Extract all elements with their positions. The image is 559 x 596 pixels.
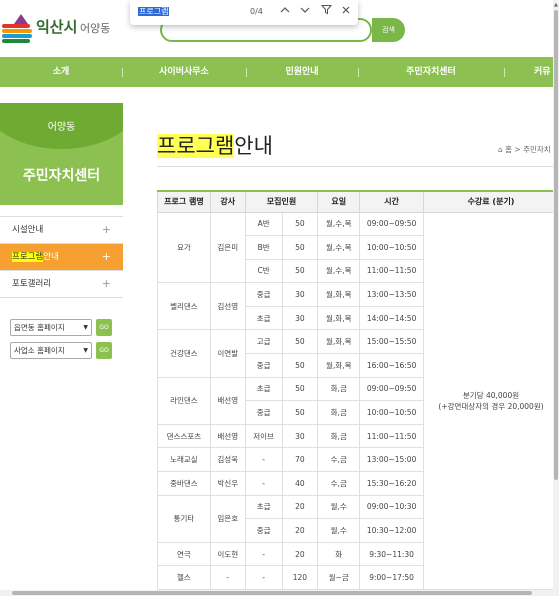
col-capacity: 모집인원 <box>244 190 319 213</box>
scroll-up-icon[interactable]: ▲ <box>554 2 558 8</box>
find-previous-icon[interactable] <box>277 4 293 20</box>
sidebar-item-facility[interactable]: 시설안내 + <box>0 217 123 244</box>
page-title: 프로그램안내 <box>157 134 273 158</box>
program-table: 프로그 램명 강사 모집인원 요일 시간 수강료 (분기) 요가 김은미 A반 … <box>157 190 559 590</box>
nav-item-civil-service[interactable]: 민원안내 <box>246 57 358 87</box>
col-days: 요일 <box>317 190 361 213</box>
fee-cell: 분기당 40,000원 (+강면대상자의 경우 20,000원) <box>423 211 559 590</box>
horizontal-scrollbar-thumb[interactable] <box>12 591 532 595</box>
main-nav: 소개 사이버사무소 민원안내 주민자치센터 커뮤 <box>0 57 554 87</box>
horizontal-scrollbar[interactable] <box>0 590 553 596</box>
table-row: 요가 김은미 A반 50 월,수,목 09:00~09:50 분기당 40,00… <box>157 211 559 590</box>
town-homepage-selector: 읍면동 홈페이지 ▼ GO <box>10 319 122 336</box>
find-in-page-bar: 프로그램 0/4 <box>130 0 358 25</box>
col-teacher: 강사 <box>209 190 246 213</box>
nav-item-cyber-office[interactable]: 사이버사무소 <box>122 57 246 87</box>
chevron-down-icon: ▼ <box>83 347 88 354</box>
plus-icon: + <box>101 277 111 290</box>
sidebar-title: 주민자치센터 <box>22 168 101 184</box>
table-header-row: 프로그 램명 강사 모집인원 요일 시간 수강료 (분기) <box>157 190 559 213</box>
sidebar-item-program[interactable]: 프로그램안내 + <box>0 244 123 271</box>
col-fee: 수강료 (분기) <box>423 190 559 213</box>
town-name[interactable]: 어양동 <box>80 20 110 36</box>
nav-item-community-center[interactable]: 주민자치센터 <box>358 57 504 87</box>
find-match-count: 0/4 <box>250 7 263 16</box>
find-next-icon[interactable] <box>297 4 313 20</box>
site-search-button[interactable]: 검색 <box>372 18 405 42</box>
sidebar-item-gallery[interactable]: 포토갤러리 + <box>0 271 123 298</box>
vertical-scrollbar-thumb[interactable] <box>554 10 558 480</box>
close-icon[interactable] <box>338 4 354 20</box>
iksan-logo-icon[interactable] <box>0 12 34 46</box>
col-time: 시간 <box>359 190 425 213</box>
filter-icon[interactable] <box>318 4 334 20</box>
chevron-down-icon: ▼ <box>83 324 88 331</box>
town-homepage-select[interactable]: 읍면동 홈페이지 ▼ <box>10 319 92 336</box>
vertical-scrollbar[interactable]: ▲ <box>553 0 559 596</box>
sidebar-dong-label: 어양동 <box>47 122 76 133</box>
plus-icon: + <box>101 250 111 263</box>
nav-item-community[interactable]: 커뮤 <box>504 57 559 87</box>
sidebar-menu: 시설안내 + 프로그램안내 + 포토갤러리 + <box>0 216 123 298</box>
nav-item-intro[interactable]: 소개 <box>0 57 122 87</box>
office-homepage-select[interactable]: 사업소 홈페이지 ▼ <box>10 342 92 359</box>
office-homepage-selector: 사업소 홈페이지 ▼ GO <box>10 342 122 359</box>
go-button[interactable]: GO <box>96 342 112 359</box>
col-program: 프로그 램명 <box>157 190 211 213</box>
city-name[interactable]: 익산시 <box>36 16 77 37</box>
plus-icon: + <box>101 223 111 236</box>
go-button[interactable]: GO <box>96 319 112 336</box>
sidebar-header: 어양동 주민자치센터 <box>0 103 123 205</box>
breadcrumb[interactable]: ⌂ 홈 > 주민자치 <box>498 144 551 155</box>
find-input[interactable]: 프로그램 <box>138 6 248 19</box>
